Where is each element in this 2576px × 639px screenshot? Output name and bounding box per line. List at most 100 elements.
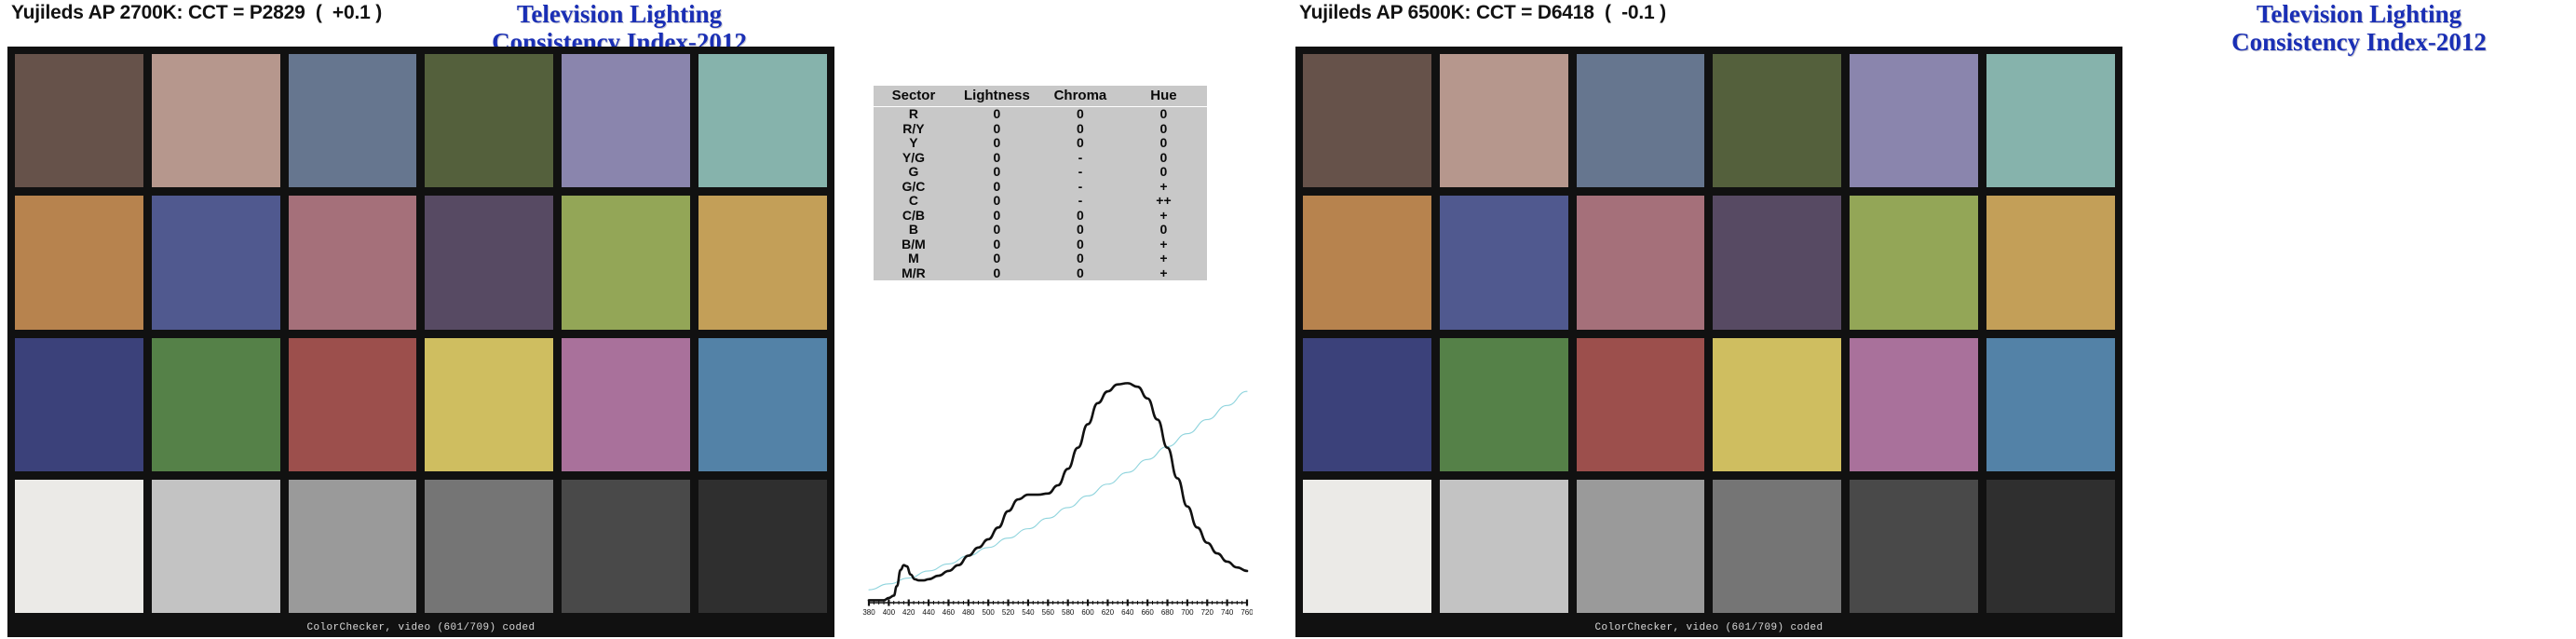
color-patch-16 [425, 337, 554, 471]
color-patch-9 [288, 196, 417, 330]
sector-value-cell: + [1159, 207, 1168, 223]
index-title-line1-left: Television Lighting [516, 0, 723, 28]
x-axis-tick-label: 740 [1221, 608, 1234, 617]
x-axis-tick-label: 660 [1141, 608, 1154, 617]
color-patch-7 [1303, 196, 1431, 330]
color-patch-6 [1986, 54, 2115, 188]
sector-value-cell: 0 [993, 149, 1001, 165]
color-patch-23 [1850, 479, 1979, 613]
spectrum-chart-left: 380 400 420 440 460 480 500 520 540 560 580 600 620 6… [861, 349, 1253, 629]
sector-value-cell: 0 [1077, 265, 1084, 280]
sector-value-cell: - [1078, 193, 1083, 208]
table-row: Y 0 0 0 [874, 135, 1207, 151]
sector-value-cell: + [1159, 265, 1168, 280]
sector-value-cell: 0 [1077, 236, 1084, 252]
color-patch-3 [1576, 54, 1705, 188]
index-title-right: Television Lighting Consistency Index-20… [2163, 0, 2555, 56]
color-patch-15 [288, 337, 417, 471]
x-axis-tick-label: 380 [862, 608, 875, 617]
color-patch-20 [151, 479, 280, 613]
sector-value-cell: 0 [993, 251, 1001, 265]
sector-name-cell: G/C [902, 178, 926, 194]
sector-value-cell: + [1159, 236, 1168, 252]
color-patch-11 [562, 196, 691, 330]
x-axis-tick-label: 600 [1081, 608, 1094, 617]
color-patch-1 [15, 54, 143, 188]
color-patch-3 [288, 54, 417, 188]
sector-value-cell: 0 [1077, 251, 1084, 265]
sector-value-cell: 0 [993, 178, 1001, 194]
x-axis-tick-label: 620 [1102, 608, 1115, 617]
color-patch-2 [1439, 54, 1568, 188]
table-row: B/M 0 0 + [874, 236, 1207, 252]
color-patch-5 [562, 54, 691, 188]
color-patch-8 [1439, 196, 1568, 330]
color-patch-7 [15, 196, 143, 330]
color-patch-18 [1986, 337, 2115, 471]
sector-name-cell: C/B [902, 207, 926, 223]
spectrum-series-reference-illuminant [868, 390, 1248, 591]
sector-table-col-sector: Sector [874, 86, 954, 107]
x-axis-tick-label: 560 [1042, 608, 1055, 617]
table-row: R/Y 0 0 0 [874, 120, 1207, 137]
spectrum-svg: 380 400 420 440 460 480 500 520 540 560 580 600 620 6… [862, 382, 1253, 617]
color-patch-20 [1439, 479, 1568, 613]
x-axis-tick-label: 640 [1121, 608, 1134, 617]
sector-value-cell: + [1159, 178, 1168, 194]
sector-value-cell: 0 [993, 193, 1001, 208]
table-row: Y/G 0 - 0 [874, 149, 1207, 166]
spectrum-series-measured-spd [867, 382, 1249, 602]
color-patch-17 [562, 337, 691, 471]
x-axis-tick-label: 540 [1022, 608, 1035, 617]
colorchecker-grid-right [1303, 54, 2115, 613]
table-row: M 0 0 + [874, 251, 1207, 266]
sector-value-cell: 0 [993, 106, 1001, 121]
sector-value-cell: 0 [1077, 106, 1084, 121]
table-row: B 0 0 0 [874, 222, 1207, 238]
color-patch-21 [288, 479, 417, 613]
sector-name-cell: Y/G [902, 149, 926, 165]
color-patch-24 [1986, 479, 2115, 613]
sector-value-cell: 0 [993, 164, 1001, 179]
sector-value-cell: 0 [1077, 135, 1084, 150]
table-row: G/C 0 - + [874, 178, 1207, 195]
x-axis-tick-label: 500 [983, 608, 996, 617]
x-axis-tick-label: 440 [922, 608, 935, 617]
color-patch-21 [1576, 479, 1705, 613]
index-title-line1-right: Television Lighting [2256, 0, 2462, 28]
x-axis-tick-label: 400 [883, 608, 896, 617]
sector-value-cell: ++ [1156, 193, 1172, 208]
sector-value-cell: 0 [1077, 207, 1084, 223]
sector-name-cell: B [908, 222, 919, 237]
sector-value-cell: 0 [993, 222, 1001, 237]
sector-name-cell: B/M [902, 236, 926, 252]
sector-name-cell: R [908, 106, 919, 121]
lamp-title-left: Yujileds AP 2700K: CCT = P2829 ( +0.1 ) [11, 2, 382, 23]
lamp-title-right: Yujileds AP 6500K: CCT = D6418 ( -0.1 ) [1299, 2, 1666, 23]
x-axis-tick-label: 460 [942, 608, 956, 617]
tlci-report-left: Yujileds AP 2700K: CCT = P2829 ( +0.1 ) … [0, 0, 1288, 639]
color-patch-23 [562, 479, 691, 613]
table-row: C 0 - ++ [874, 193, 1207, 209]
color-patch-13 [1303, 337, 1431, 471]
color-patch-19 [15, 479, 143, 613]
sector-name-cell: R/Y [902, 120, 925, 136]
sector-table-header-row: Sector Lightness Chroma Hue [874, 86, 1207, 107]
sector-name-cell: Y [909, 135, 918, 150]
color-patch-13 [15, 337, 143, 471]
index-title-line2-right: Consistency Index-2012 [2231, 28, 2487, 56]
color-patch-5 [1850, 54, 1979, 188]
color-patch-19 [1303, 479, 1431, 613]
sector-table-col-hue: Hue [1119, 86, 1207, 107]
color-patch-18 [698, 337, 827, 471]
sector-value-cell: 0 [1159, 149, 1168, 165]
sector-value-cell: 0 [1159, 120, 1168, 136]
colorchecker-caption-left: ColorChecker, video (601/709) coded [306, 622, 536, 633]
sector-value-cell: 0 [993, 135, 1001, 150]
x-axis-tick-label: 420 [902, 608, 915, 617]
sector-value-cell: 0 [1159, 135, 1168, 150]
color-patch-10 [1713, 196, 1842, 330]
color-patch-22 [425, 479, 554, 613]
x-axis-tick-label: 480 [962, 608, 975, 617]
sector-table-col-chroma: Chroma [1039, 86, 1120, 107]
